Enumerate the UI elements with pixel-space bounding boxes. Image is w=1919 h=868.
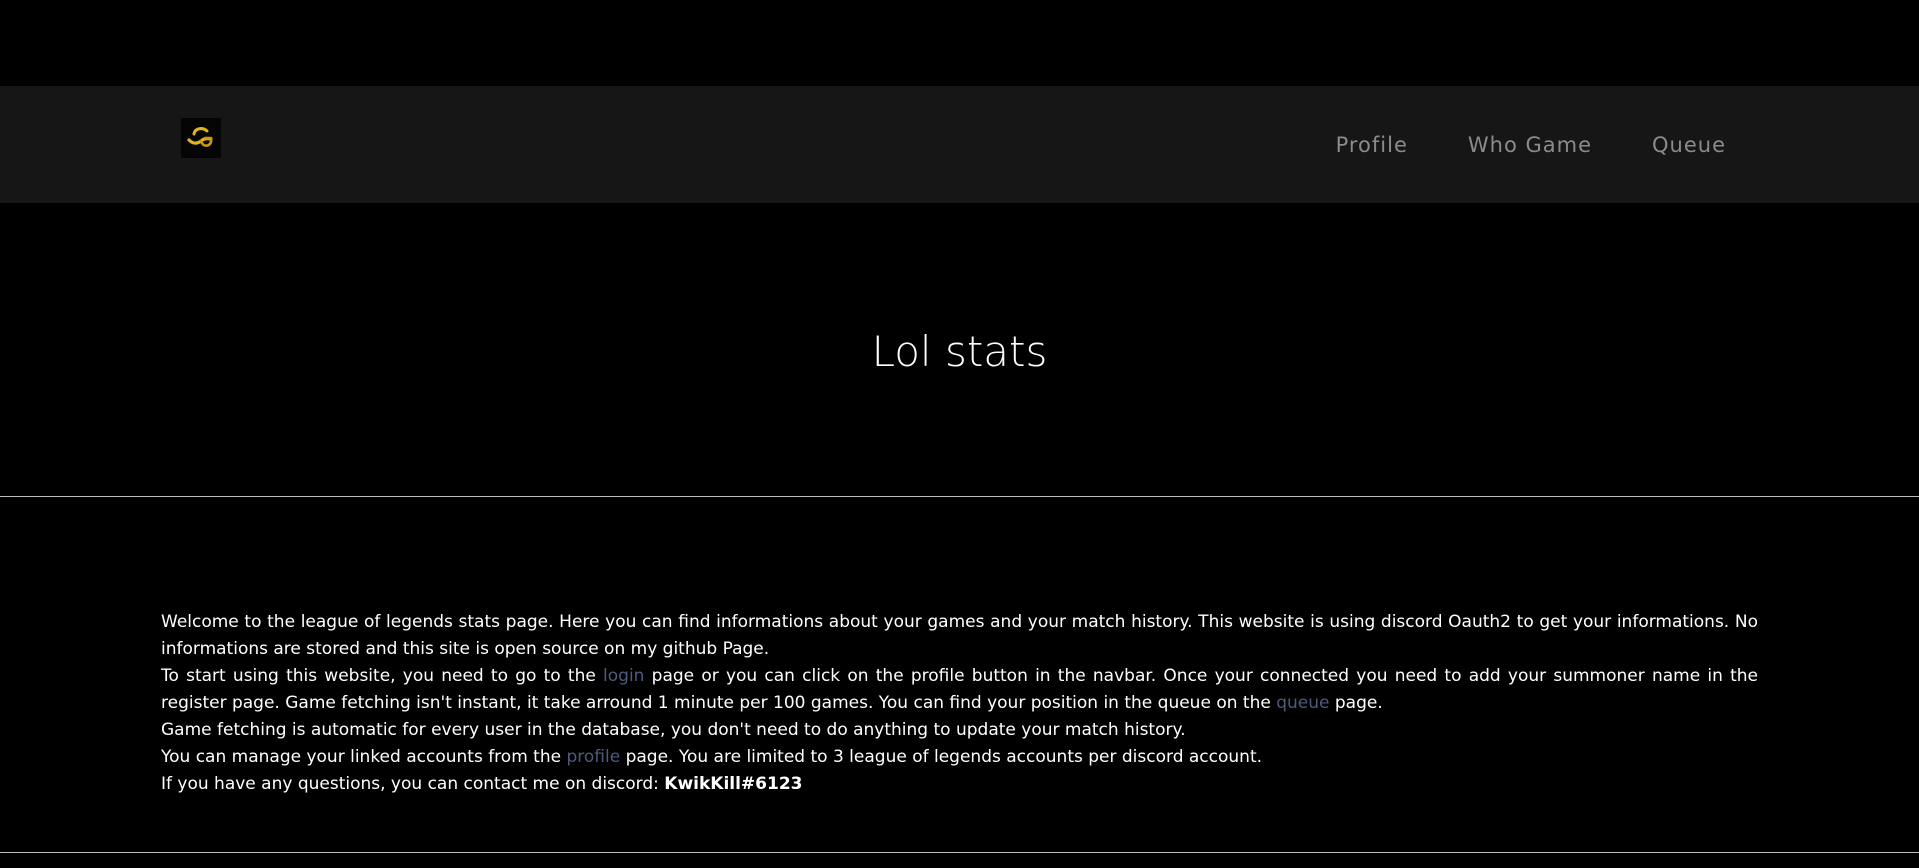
text-segment: page.: [1329, 693, 1383, 713]
text-segment: To start using this website, you need to…: [161, 666, 604, 686]
text-segment: page. You are limited to 3 league of leg…: [620, 747, 1263, 767]
top-spacer: [0, 0, 1919, 86]
nav-link-queue[interactable]: Queue: [1652, 133, 1726, 157]
login-link[interactable]: login: [603, 666, 644, 686]
profile-link[interactable]: profile: [566, 747, 620, 767]
page-title: Lol stats: [871, 327, 1048, 376]
text-segment: If you have any questions, you can conta…: [161, 774, 665, 794]
discord-handle: KwikKill#6123: [664, 774, 803, 794]
nav-link-who-game[interactable]: Who Game: [1468, 133, 1592, 157]
contact-paragraph: If you have any questions, you can conta…: [161, 771, 1758, 798]
nav-links: Profile Who Game Queue: [1276, 86, 1726, 203]
text-segment: You can manage your linked accounts from…: [161, 747, 567, 767]
queue-link[interactable]: queue: [1276, 693, 1329, 713]
fetching-paragraph: Game fetching is automatic for every use…: [161, 720, 1186, 740]
getting-started-paragraph: To start using this website, you need to…: [161, 663, 1758, 717]
hero-section: Lol stats: [0, 203, 1919, 497]
nav-link-profile[interactable]: Profile: [1336, 133, 1408, 157]
accounts-paragraph: You can manage your linked accounts from…: [161, 744, 1758, 771]
content-section: Welcome to the league of legends stats p…: [0, 497, 1919, 853]
intro-paragraph: Welcome to the league of legends stats p…: [161, 612, 1758, 659]
brand-logo-icon[interactable]: [181, 118, 221, 158]
navbar: Profile Who Game Queue: [0, 86, 1919, 203]
logo-glyph: [187, 127, 213, 147]
